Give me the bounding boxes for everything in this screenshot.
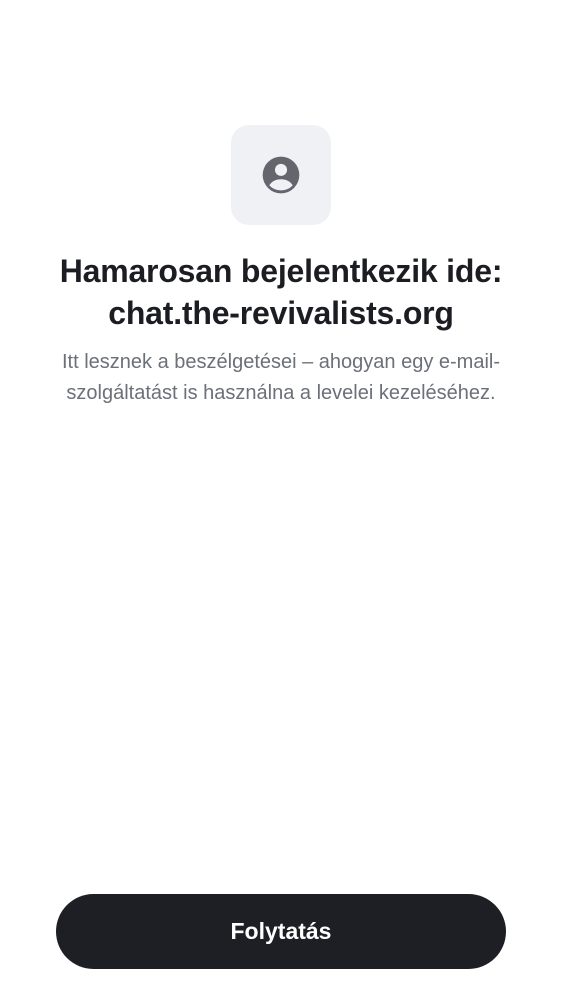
page-title: Hamarosan bejelentkezik ide: chat.the-re… xyxy=(20,250,542,334)
page-subtitle: Itt lesznek a beszélgetései – ahogyan eg… xyxy=(61,351,501,404)
account-icon-tile xyxy=(231,125,331,225)
title-domain: chat.the-revivalists.org xyxy=(108,295,454,331)
account-circle-icon xyxy=(262,156,300,194)
title-line-1: Hamarosan bejelentkezik ide: xyxy=(59,253,503,289)
continue-button[interactable]: Folytatás xyxy=(56,894,506,969)
